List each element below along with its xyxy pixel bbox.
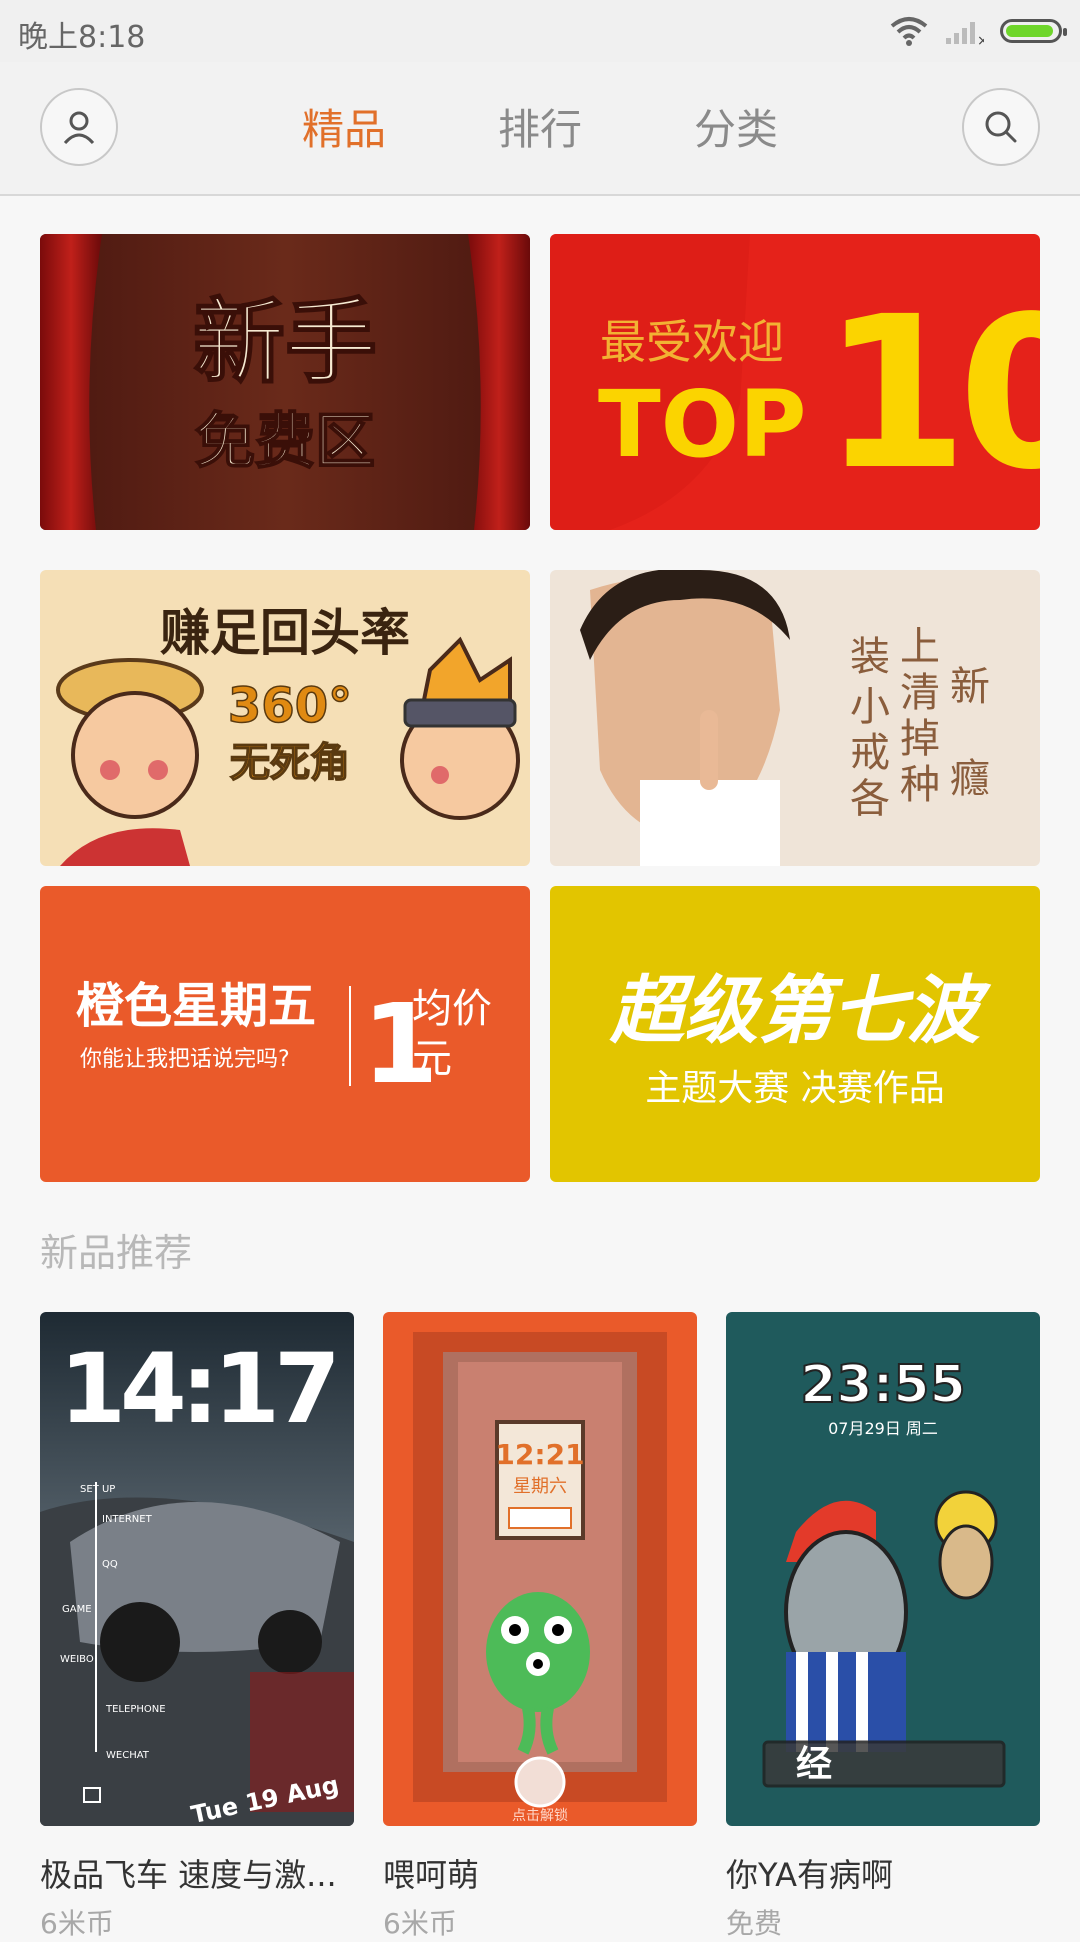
svg-text:GAME: GAME — [62, 1604, 92, 1615]
search-icon — [985, 111, 1017, 143]
banner-cartoon-degree: 360° — [228, 678, 352, 734]
banner-cartoon-title: 赚足回头率 — [160, 604, 410, 662]
funny-badge: 经 — [796, 1744, 832, 1785]
product-price: 6米币 — [383, 1907, 457, 1940]
status-bar: 晚上8:18 × — [0, 0, 1080, 62]
product-card[interactable]: 12:21 星期六 点击解锁 喂呵萌 6米币 — [383, 1312, 697, 1942]
product-thumbnail[interactable]: 14:17 Tue 19 Aug SET UP INTERNET QQ GAME… — [40, 1312, 354, 1826]
product-thumbnail[interactable]: 23:55 07月29日 周二 经 — [726, 1312, 1040, 1826]
banner-portrait-art: 装 小戒各 上清掉种 新癮 — [550, 570, 1040, 866]
product-card[interactable]: 14:17 Tue 19 Aug SET UP INTERNET QQ GAME… — [40, 1312, 354, 1942]
signal-icon: × — [946, 22, 984, 46]
banner-orange-avg: 均价 — [412, 986, 492, 1032]
banner-top10-art: 最受欢迎 TOP 10 — [550, 234, 1040, 530]
banner-top10-top: TOP — [598, 371, 806, 478]
section-title-new: 新品推荐 — [40, 1231, 193, 1275]
banner-portrait[interactable]: 装 小戒各 上清掉种 新癮 — [550, 570, 1040, 866]
cute-unlock: 点击解锁 — [512, 1808, 568, 1824]
banner-portrait-col1: 装 — [850, 634, 890, 680]
product-name[interactable]: 你YA有病啊 — [726, 1850, 1040, 1896]
tab-featured[interactable]: 精品 — [302, 96, 386, 157]
banner-cartoon-sub: 无死角 — [230, 740, 350, 786]
banner-newbie-title: 新手 — [193, 289, 377, 396]
cute-clock: 12:21 — [495, 1438, 584, 1471]
banner-orange-subtitle: 你能让我把话说完吗? — [80, 1047, 290, 1072]
funny-date: 07月29日 周二 — [828, 1419, 938, 1438]
wifi-icon — [890, 17, 928, 46]
banner-top10-number: 10 — [822, 271, 1040, 516]
racing-clock: 14:17 — [59, 1333, 335, 1445]
funny-theme-preview: 23:55 07月29日 周二 经 — [726, 1312, 1040, 1826]
racing-theme-preview: 14:17 Tue 19 Aug SET UP INTERNET QQ GAME… — [40, 1312, 354, 1826]
tab-bar: 精品 排行 分类 — [0, 96, 1080, 157]
banner-contest-art: 超级第七波 主题大赛 决赛作品 — [550, 886, 1040, 1182]
status-icons: × — [890, 14, 1067, 48]
svg-text:SET UP: SET UP — [80, 1484, 115, 1495]
svg-text:INTERNET: INTERNET — [102, 1514, 153, 1525]
banner-newbie-subtitle: 免费区 — [195, 407, 375, 477]
banner-newbie-free[interactable]: 新手 免费区 — [40, 234, 530, 530]
banner-cartoon-art: 赚足回头率 360° 无死角 — [40, 570, 530, 866]
funny-clock: 23:55 — [800, 1355, 966, 1415]
svg-text:WECHAT: WECHAT — [106, 1750, 150, 1761]
banner-newbie-art: 新手 免费区 — [40, 234, 530, 530]
svg-text:×: × — [977, 33, 984, 46]
banner-cartoon[interactable]: 赚足回头率 360° 无死角 — [40, 570, 530, 866]
banner-orange-art: 橙色星期五 你能让我把话说完吗? 1 均价 元 — [40, 886, 530, 1182]
search-button[interactable] — [962, 88, 1040, 166]
banner-portrait-col2: 上清掉种 — [900, 624, 940, 808]
banner-orange-unit: 元 — [412, 1036, 452, 1082]
battery-icon — [1000, 19, 1067, 43]
cute-theme-preview: 12:21 星期六 点击解锁 — [383, 1312, 697, 1826]
banner-contest-subtitle: 主题大赛 决赛作品 — [645, 1068, 944, 1109]
banner-orange-title: 橙色星期五 — [76, 978, 316, 1034]
product-name[interactable]: 极品飞车 速度与激... — [40, 1850, 354, 1896]
svg-text:WEIBO: WEIBO — [60, 1654, 94, 1665]
banner-orange-friday[interactable]: 橙色星期五 你能让我把话说完吗? 1 均价 元 — [40, 886, 530, 1182]
cute-day: 星期六 — [513, 1476, 567, 1497]
banner-theme-contest[interactable]: 超级第七波 主题大赛 决赛作品 — [550, 886, 1040, 1182]
product-card[interactable]: 23:55 07月29日 周二 经 你YA有病啊 免费 — [726, 1312, 1040, 1942]
status-time: 晚上8:18 — [18, 20, 146, 55]
product-thumbnail[interactable]: 12:21 星期六 点击解锁 — [383, 1312, 697, 1826]
banner-contest-title: 超级第七波 — [609, 968, 992, 1054]
svg-text:TELEPHONE: TELEPHONE — [105, 1704, 166, 1715]
product-price: 免费 — [726, 1907, 783, 1940]
top-nav: 精品 排行 分类 — [0, 62, 1080, 196]
banner-top10[interactable]: 最受欢迎 TOP 10 — [550, 234, 1040, 530]
tab-ranking[interactable]: 排行 — [498, 96, 582, 157]
banner-top10-label: 最受欢迎 — [600, 315, 784, 369]
product-name[interactable]: 喂呵萌 — [383, 1850, 697, 1896]
product-price: 6米币 — [40, 1907, 114, 1940]
banner-portrait-col1b: 小戒各 — [850, 684, 890, 822]
tab-category[interactable]: 分类 — [694, 96, 778, 157]
svg-text:QQ: QQ — [102, 1559, 118, 1570]
